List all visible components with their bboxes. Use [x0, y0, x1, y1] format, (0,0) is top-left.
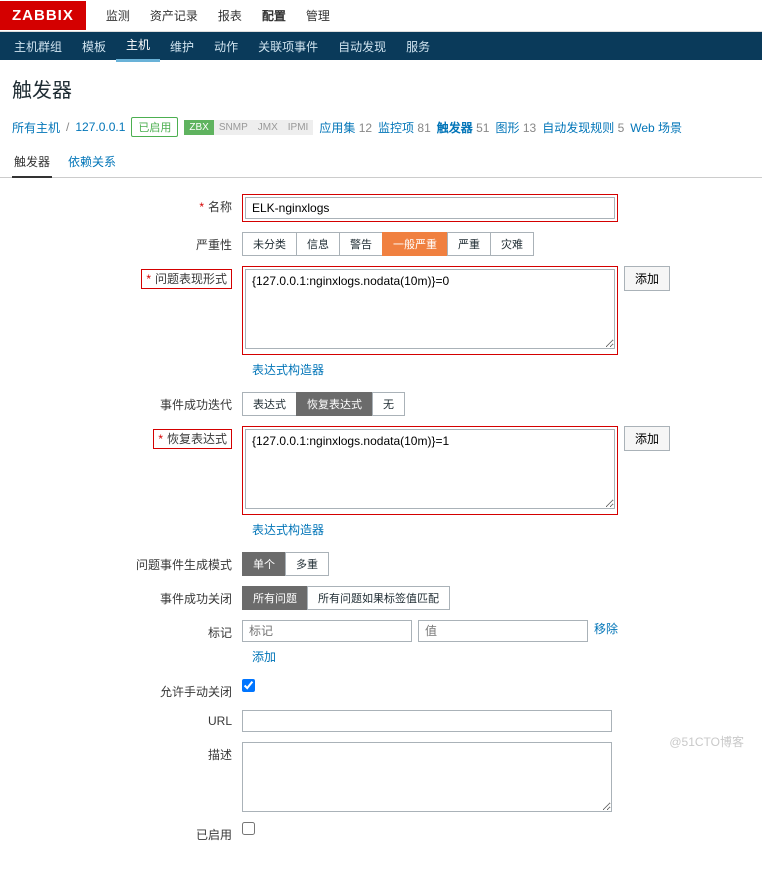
watermark: @51CTO博客	[669, 733, 744, 750]
link-graphs[interactable]: 图形	[495, 121, 519, 135]
url-input[interactable]	[242, 710, 612, 732]
tab-trigger[interactable]: 触发器	[12, 147, 52, 178]
severity-label: 严重性	[12, 232, 242, 253]
manual-close-label: 允许手动关闭	[12, 679, 242, 700]
logo: ZABBIX	[0, 1, 86, 30]
tag-value-input[interactable]	[418, 620, 588, 642]
crumb-allhosts[interactable]: 所有主机	[12, 119, 60, 136]
tags-label: 标记	[12, 620, 242, 641]
manual-close-checkbox[interactable]	[242, 679, 255, 692]
nav-reports[interactable]: 报表	[208, 0, 252, 32]
crumb-host[interactable]: 127.0.0.1	[75, 120, 125, 134]
subnav-templates[interactable]: 模板	[72, 32, 116, 61]
tag-add-link[interactable]: 添加	[252, 650, 276, 664]
top-nav: ZABBIX 监测 资产记录 报表 配置 管理	[0, 0, 762, 32]
tag-name-input[interactable]	[242, 620, 412, 642]
link-web[interactable]: Web 场景	[630, 121, 682, 135]
expr-builder-link-1[interactable]: 表达式构造器	[252, 363, 324, 377]
status-badge: 已启用	[131, 117, 178, 137]
okclose-0[interactable]: 所有问题	[242, 586, 308, 610]
expr-builder-link-2[interactable]: 表达式构造器	[252, 523, 324, 537]
iface-zbx: ZBX	[184, 120, 213, 135]
recovery-expr-add-button[interactable]: 添加	[624, 426, 670, 451]
okiter-1[interactable]: 恢复表达式	[296, 392, 373, 416]
tag-remove-link[interactable]: 移除	[594, 620, 618, 637]
problem-expr-input[interactable]: {127.0.0.1:nginxlogs.nodata(10m)}=0	[245, 269, 615, 349]
ok-iter-label: 事件成功迭代	[12, 392, 242, 413]
url-label: URL	[12, 710, 242, 728]
sev-2[interactable]: 警告	[339, 232, 383, 256]
tab-depends[interactable]: 依赖关系	[66, 147, 118, 177]
prob-gen-group[interactable]: 单个 多重	[242, 552, 329, 576]
breadcrumb: 所有主机 / 127.0.0.1 已启用 ZBX SNMP JMX IPMI 应…	[0, 113, 762, 147]
probgen-1[interactable]: 多重	[285, 552, 329, 576]
desc-label: 描述	[12, 742, 242, 763]
desc-input[interactable]	[242, 742, 612, 812]
problem-expr-add-button[interactable]: 添加	[624, 266, 670, 291]
nav-monitor[interactable]: 监测	[96, 0, 140, 32]
okiter-2[interactable]: 无	[372, 392, 405, 416]
nav-admin[interactable]: 管理	[296, 0, 340, 32]
sub-nav: 主机群组 模板 主机 维护 动作 关联项事件 自动发现 服务	[0, 32, 762, 60]
sev-3[interactable]: 一般严重	[382, 232, 448, 256]
probgen-0[interactable]: 单个	[242, 552, 286, 576]
iface-snmp: SNMP	[214, 120, 253, 135]
ok-iter-group[interactable]: 表达式 恢复表达式 无	[242, 392, 405, 416]
sev-4[interactable]: 严重	[447, 232, 491, 256]
ok-close-group[interactable]: 所有问题 所有问题如果标签值匹配	[242, 586, 450, 610]
subnav-discovery[interactable]: 自动发现	[328, 32, 396, 61]
iface-ipmi: IPMI	[283, 120, 314, 135]
subnav-actions[interactable]: 动作	[204, 32, 248, 61]
recovery-expr-input[interactable]: {127.0.0.1:nginxlogs.nodata(10m)}=1	[245, 429, 615, 509]
sev-5[interactable]: 灾难	[490, 232, 534, 256]
severity-group[interactable]: 未分类 信息 警告 一般严重 严重 灾难	[242, 232, 534, 256]
problem-expr-label: *问题表现形式	[12, 266, 242, 287]
link-items[interactable]: 监控项	[378, 121, 414, 135]
okiter-0[interactable]: 表达式	[242, 392, 297, 416]
prob-gen-label: 问题事件生成模式	[12, 552, 242, 573]
link-apps[interactable]: 应用集	[319, 121, 355, 135]
subnav-maintenance[interactable]: 维护	[160, 32, 204, 61]
iface-badges: ZBX SNMP JMX IPMI	[184, 120, 313, 135]
trigger-form: *名称 严重性 未分类 信息 警告 一般严重 严重 灾难 *问题表现形式 {12…	[0, 178, 762, 869]
recovery-expr-label: *恢复表达式	[12, 426, 242, 447]
subnav-correlation[interactable]: 关联项事件	[248, 32, 328, 61]
link-discovery[interactable]: 自动发现规则	[542, 121, 614, 135]
subnav-hostgroups[interactable]: 主机群组	[4, 32, 72, 61]
ok-close-label: 事件成功关闭	[12, 586, 242, 607]
enabled-label: 已启用	[12, 822, 242, 843]
nav-inventory[interactable]: 资产记录	[140, 0, 208, 32]
subnav-hosts[interactable]: 主机	[116, 30, 160, 62]
okclose-1[interactable]: 所有问题如果标签值匹配	[307, 586, 450, 610]
form-tabs: 触发器 依赖关系	[0, 147, 762, 178]
name-input[interactable]	[245, 197, 615, 219]
sev-0[interactable]: 未分类	[242, 232, 297, 256]
sev-1[interactable]: 信息	[296, 232, 340, 256]
name-label: *名称	[12, 194, 242, 215]
subnav-services[interactable]: 服务	[396, 32, 440, 61]
iface-jmx: JMX	[253, 120, 283, 135]
nav-config[interactable]: 配置	[252, 0, 296, 32]
enabled-checkbox[interactable]	[242, 822, 255, 835]
page-title: 触发器	[0, 60, 762, 113]
link-triggers[interactable]: 触发器	[437, 121, 473, 135]
